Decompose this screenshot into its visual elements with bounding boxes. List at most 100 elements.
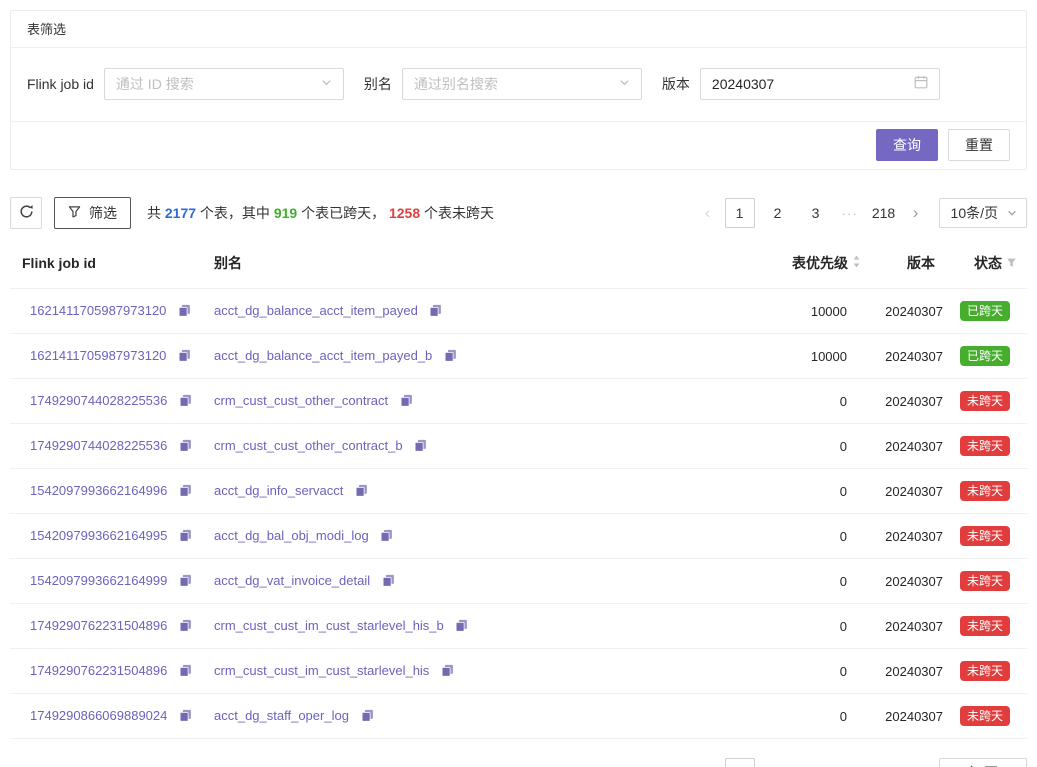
priority-cell: 0 xyxy=(749,559,869,604)
priority-cell: 10000 xyxy=(749,289,869,334)
search-button[interactable]: 查询 xyxy=(876,129,938,161)
last-page-button[interactable]: 218 xyxy=(869,758,899,767)
sort-icon[interactable] xyxy=(852,255,861,271)
prev-page-button[interactable]: ‹ xyxy=(695,198,721,228)
version-cell: 20240307 xyxy=(869,559,947,604)
alias-input[interactable] xyxy=(414,76,611,92)
id-copy-icon[interactable] xyxy=(179,619,192,635)
page-2-button[interactable]: 2 xyxy=(763,758,793,767)
status-header-label: 状态 xyxy=(974,253,1002,273)
alias-link[interactable]: acct_dg_vat_invoice_detail xyxy=(214,573,370,588)
priority-cell: 0 xyxy=(749,379,869,424)
summary-seg2: 个表，其中 xyxy=(196,205,274,221)
flink-job-id-link[interactable]: 1621411705987973120 xyxy=(30,303,166,318)
last-page-button[interactable]: 218 xyxy=(869,198,899,228)
alias-copy-icon[interactable] xyxy=(414,439,427,455)
status-badge: 已跨天 xyxy=(960,346,1010,366)
alias-link[interactable]: acct_dg_balance_acct_item_payed_b xyxy=(214,348,432,363)
status-badge: 未跨天 xyxy=(960,616,1010,636)
column-filter-icon[interactable] xyxy=(1006,255,1017,271)
alias-link[interactable]: acct_dg_info_servacct xyxy=(214,483,343,498)
page-3-button[interactable]: 3 xyxy=(801,198,831,228)
chevron-down-icon xyxy=(321,75,332,93)
filter-button-label: 筛选 xyxy=(89,203,117,223)
page-size-select[interactable]: 10条/页 xyxy=(939,198,1027,228)
flink-job-id-link[interactable]: 1542097993662164995 xyxy=(30,528,167,543)
column-header-priority: 表优先级 xyxy=(749,245,869,289)
refresh-button[interactable] xyxy=(10,197,42,229)
version-date-input[interactable] xyxy=(712,76,906,92)
alias-link[interactable]: acct_dg_balance_acct_item_payed xyxy=(214,303,418,318)
refresh-icon xyxy=(19,204,34,222)
filter-button[interactable]: 筛选 xyxy=(54,197,131,229)
id-copy-icon[interactable] xyxy=(179,664,192,680)
alias-copy-icon[interactable] xyxy=(400,394,413,410)
alias-copy-icon[interactable] xyxy=(444,349,457,365)
table-row: 1749290744028225536 crm_cust_cust_other_… xyxy=(10,379,1027,424)
flink-job-id-link[interactable]: 1542097993662164999 xyxy=(30,573,167,588)
page-3-button[interactable]: 3 xyxy=(801,758,831,767)
status-cell: 未跨天 xyxy=(947,379,1027,424)
priority-cell: 0 xyxy=(749,604,869,649)
version-cell: 20240307 xyxy=(869,379,947,424)
version-date-picker[interactable] xyxy=(700,68,940,100)
id-copy-icon[interactable] xyxy=(179,484,192,500)
alias-link[interactable]: crm_cust_cust_other_contract xyxy=(214,393,388,408)
alias-copy-icon[interactable] xyxy=(382,574,395,590)
table-row: 1621411705987973120 acct_dg_balance_acct… xyxy=(10,334,1027,379)
alias-copy-icon[interactable] xyxy=(361,709,374,725)
page-1-button[interactable]: 1 xyxy=(725,758,755,767)
page-size-select[interactable]: 10条/页 xyxy=(939,758,1027,767)
alias-copy-icon[interactable] xyxy=(380,529,393,545)
flink-job-id-select[interactable] xyxy=(104,68,344,100)
summary-seg3: 个表已跨天， xyxy=(297,205,389,221)
next-page-button[interactable]: › xyxy=(903,198,929,228)
status-cell: 未跨天 xyxy=(947,604,1027,649)
table-row: 1749290762231504896 crm_cust_cust_im_cus… xyxy=(10,649,1027,694)
alias-copy-icon[interactable] xyxy=(441,664,454,680)
alias-link[interactable]: acct_dg_bal_obj_modi_log xyxy=(214,528,369,543)
alias-link[interactable]: acct_dg_staff_oper_log xyxy=(214,708,349,723)
reset-button[interactable]: 重置 xyxy=(948,129,1010,161)
version-label: 版本 xyxy=(662,74,690,94)
version-header-label: 版本 xyxy=(907,253,935,273)
flink-job-id-link[interactable]: 1621411705987973120 xyxy=(30,348,166,363)
next-page-button[interactable]: › xyxy=(903,758,929,767)
flink-job-id-link[interactable]: 1749290744028225536 xyxy=(30,438,167,453)
alias-copy-icon[interactable] xyxy=(455,619,468,635)
column-header-alias: 别名 xyxy=(206,245,749,289)
alias-copy-icon[interactable] xyxy=(355,484,368,500)
flink-job-id-link[interactable]: 1749290744028225536 xyxy=(30,393,167,408)
alias-label: 别名 xyxy=(364,74,392,94)
priority-cell: 0 xyxy=(749,649,869,694)
priority-cell: 0 xyxy=(749,469,869,514)
flink-job-id-input[interactable] xyxy=(116,76,313,92)
total-count: 2177 xyxy=(165,205,196,221)
status-cell: 未跨天 xyxy=(947,649,1027,694)
id-copy-icon[interactable] xyxy=(179,574,192,590)
filter-actions-row: 查询 重置 xyxy=(11,121,1026,169)
id-copy-icon[interactable] xyxy=(179,439,192,455)
status-badge: 未跨天 xyxy=(960,481,1010,501)
page-1-button[interactable]: 1 xyxy=(725,198,755,228)
flink-job-id-link[interactable]: 1749290762231504896 xyxy=(30,618,167,633)
summary-text: 共 2177 个表，其中 919 个表已跨天， 1258 个表未跨天 xyxy=(147,203,494,223)
alias-link[interactable]: crm_cust_cust_im_cust_starlevel_his_b xyxy=(214,618,444,633)
page-2-button[interactable]: 2 xyxy=(763,198,793,228)
id-copy-icon[interactable] xyxy=(179,394,192,410)
alias-link[interactable]: crm_cust_cust_im_cust_starlevel_his xyxy=(214,663,429,678)
alias-copy-icon[interactable] xyxy=(429,304,442,320)
table-row: 1621411705987973120 acct_dg_balance_acct… xyxy=(10,289,1027,334)
alias-select[interactable] xyxy=(402,68,642,100)
id-copy-icon[interactable] xyxy=(178,304,191,320)
flink-job-id-link[interactable]: 1749290762231504896 xyxy=(30,663,167,678)
id-copy-icon[interactable] xyxy=(178,349,191,365)
flink-job-id-link[interactable]: 1542097993662164996 xyxy=(30,483,167,498)
summary-seg4: 个表未跨天 xyxy=(420,205,494,221)
id-copy-icon[interactable] xyxy=(179,709,192,725)
prev-page-button[interactable]: ‹ xyxy=(695,758,721,767)
alias-link[interactable]: crm_cust_cust_other_contract_b xyxy=(214,438,403,453)
id-copy-icon[interactable] xyxy=(179,529,192,545)
flink-job-id-link[interactable]: 1749290866069889024 xyxy=(30,708,167,723)
toolbar: 筛选 共 2177 个表，其中 919 个表已跨天， 1258 个表未跨天 ‹ … xyxy=(10,197,1027,229)
